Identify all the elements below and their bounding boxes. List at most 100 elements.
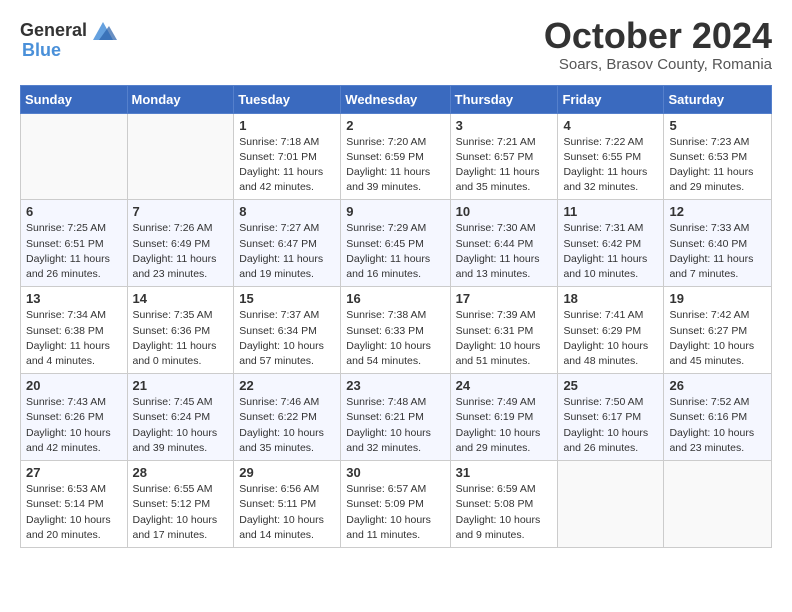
day-detail: Sunrise: 7:37 AM Sunset: 6:34 PM Dayligh… <box>239 308 335 369</box>
day-number: 8 <box>239 204 335 219</box>
day-detail: Sunrise: 7:43 AM Sunset: 6:26 PM Dayligh… <box>26 395 122 456</box>
day-detail: Sunrise: 7:26 AM Sunset: 6:49 PM Dayligh… <box>133 221 229 282</box>
day-detail: Sunrise: 6:56 AM Sunset: 5:11 PM Dayligh… <box>239 482 335 543</box>
day-detail: Sunrise: 7:22 AM Sunset: 6:55 PM Dayligh… <box>563 135 658 196</box>
calendar-cell: 24 Sunrise: 7:49 AM Sunset: 6:19 PM Dayli… <box>450 374 558 461</box>
day-number: 15 <box>239 291 335 306</box>
day-detail: Sunrise: 7:41 AM Sunset: 6:29 PM Dayligh… <box>563 308 658 369</box>
day-detail: Sunrise: 7:52 AM Sunset: 6:16 PM Dayligh… <box>669 395 766 456</box>
title-block: October 2024 Soars, Brasov County, Roman… <box>544 16 772 73</box>
calendar-cell: 10 Sunrise: 7:30 AM Sunset: 6:44 PM Dayli… <box>450 200 558 287</box>
calendar-cell: 25Sunrise: 7:50 AM Sunset: 6:17 PM Dayli… <box>558 374 664 461</box>
day-number: 17 <box>456 291 553 306</box>
day-detail: Sunrise: 7:34 AM Sunset: 6:38 PM Dayligh… <box>26 308 122 369</box>
day-detail: Sunrise: 7:46 AM Sunset: 6:22 PM Dayligh… <box>239 395 335 456</box>
day-detail: Sunrise: 6:55 AM Sunset: 5:12 PM Dayligh… <box>133 482 229 543</box>
location: Soars, Brasov County, Romania <box>544 56 772 73</box>
day-detail: Sunrise: 7:23 AM Sunset: 6:53 PM Dayligh… <box>669 135 766 196</box>
day-detail: Sunrise: 7:45 AM Sunset: 6:24 PM Dayligh… <box>133 395 229 456</box>
calendar-cell: 11 Sunrise: 7:31 AM Sunset: 6:42 PM Dayli… <box>558 200 664 287</box>
calendar-cell: 13 Sunrise: 7:34 AM Sunset: 6:38 PM Dayli… <box>21 287 128 374</box>
calendar-cell: 26 Sunrise: 7:52 AM Sunset: 6:16 PM Dayli… <box>664 374 772 461</box>
day-number: 30 <box>346 465 444 480</box>
calendar-cell: 27 Sunrise: 6:53 AM Sunset: 5:14 PM Dayli… <box>21 461 128 548</box>
weekday-header: Sunday <box>21 85 128 113</box>
calendar-week-row: 6 Sunrise: 7:25 AM Sunset: 6:51 PM Daylig… <box>21 200 772 287</box>
calendar-cell: 19 Sunrise: 7:42 AM Sunset: 6:27 PM Dayli… <box>664 287 772 374</box>
day-number: 7 <box>133 204 229 219</box>
day-detail: Sunrise: 6:53 AM Sunset: 5:14 PM Dayligh… <box>26 482 122 543</box>
day-detail: Sunrise: 6:59 AM Sunset: 5:08 PM Dayligh… <box>456 482 553 543</box>
calendar-week-row: 13 Sunrise: 7:34 AM Sunset: 6:38 PM Dayli… <box>21 287 772 374</box>
calendar-cell: 20 Sunrise: 7:43 AM Sunset: 6:26 PM Dayli… <box>21 374 128 461</box>
calendar-cell: 30 Sunrise: 6:57 AM Sunset: 5:09 PM Dayli… <box>341 461 450 548</box>
day-number: 6 <box>26 204 122 219</box>
weekday-header: Tuesday <box>234 85 341 113</box>
day-number: 26 <box>669 378 766 393</box>
logo-icon <box>89 16 117 44</box>
logo-general-text: General <box>20 20 87 41</box>
weekday-header: Friday <box>558 85 664 113</box>
calendar-cell <box>21 113 128 200</box>
calendar-cell: 6 Sunrise: 7:25 AM Sunset: 6:51 PM Daylig… <box>21 200 128 287</box>
day-number: 19 <box>669 291 766 306</box>
calendar-cell: 3 Sunrise: 7:21 AM Sunset: 6:57 PM Daylig… <box>450 113 558 200</box>
day-number: 10 <box>456 204 553 219</box>
day-detail: Sunrise: 7:21 AM Sunset: 6:57 PM Dayligh… <box>456 135 553 196</box>
calendar-cell: 31Sunrise: 6:59 AM Sunset: 5:08 PM Dayli… <box>450 461 558 548</box>
day-detail: Sunrise: 7:49 AM Sunset: 6:19 PM Dayligh… <box>456 395 553 456</box>
day-number: 22 <box>239 378 335 393</box>
calendar-cell: 8 Sunrise: 7:27 AM Sunset: 6:47 PM Daylig… <box>234 200 341 287</box>
month-title: October 2024 <box>544 16 772 56</box>
weekday-header: Monday <box>127 85 234 113</box>
calendar-cell: 5 Sunrise: 7:23 AM Sunset: 6:53 PM Daylig… <box>664 113 772 200</box>
day-number: 1 <box>239 118 335 133</box>
day-detail: Sunrise: 7:48 AM Sunset: 6:21 PM Dayligh… <box>346 395 444 456</box>
day-number: 24 <box>456 378 553 393</box>
day-number: 16 <box>346 291 444 306</box>
calendar-cell: 14Sunrise: 7:35 AM Sunset: 6:36 PM Dayli… <box>127 287 234 374</box>
day-number: 13 <box>26 291 122 306</box>
logo-blue-text: Blue <box>22 40 61 61</box>
calendar-cell: 21 Sunrise: 7:45 AM Sunset: 6:24 PM Dayli… <box>127 374 234 461</box>
calendar-cell <box>664 461 772 548</box>
calendar-cell <box>127 113 234 200</box>
calendar-cell: 9 Sunrise: 7:29 AM Sunset: 6:45 PM Daylig… <box>341 200 450 287</box>
calendar-cell: 4 Sunrise: 7:22 AM Sunset: 6:55 PM Daylig… <box>558 113 664 200</box>
day-number: 14 <box>133 291 229 306</box>
day-number: 20 <box>26 378 122 393</box>
day-number: 9 <box>346 204 444 219</box>
calendar-cell: 23Sunrise: 7:48 AM Sunset: 6:21 PM Dayli… <box>341 374 450 461</box>
calendar-cell: 7 Sunrise: 7:26 AM Sunset: 6:49 PM Daylig… <box>127 200 234 287</box>
calendar-cell: 22 Sunrise: 7:46 AM Sunset: 6:22 PM Dayli… <box>234 374 341 461</box>
day-detail: Sunrise: 7:29 AM Sunset: 6:45 PM Dayligh… <box>346 221 444 282</box>
day-detail: Sunrise: 7:39 AM Sunset: 6:31 PM Dayligh… <box>456 308 553 369</box>
weekday-header: Saturday <box>664 85 772 113</box>
calendar-cell <box>558 461 664 548</box>
day-detail: Sunrise: 7:30 AM Sunset: 6:44 PM Dayligh… <box>456 221 553 282</box>
day-detail: Sunrise: 7:20 AM Sunset: 6:59 PM Dayligh… <box>346 135 444 196</box>
calendar-cell: 18Sunrise: 7:41 AM Sunset: 6:29 PM Dayli… <box>558 287 664 374</box>
day-detail: Sunrise: 7:42 AM Sunset: 6:27 PM Dayligh… <box>669 308 766 369</box>
calendar-table: SundayMondayTuesdayWednesdayThursdayFrid… <box>20 85 772 548</box>
day-detail: Sunrise: 7:27 AM Sunset: 6:47 PM Dayligh… <box>239 221 335 282</box>
day-detail: Sunrise: 7:25 AM Sunset: 6:51 PM Dayligh… <box>26 221 122 282</box>
day-number: 2 <box>346 118 444 133</box>
day-number: 4 <box>563 118 658 133</box>
page: General Blue October 2024 Soars, Brasov … <box>0 0 792 568</box>
calendar-cell: 29Sunrise: 6:56 AM Sunset: 5:11 PM Dayli… <box>234 461 341 548</box>
day-detail: Sunrise: 6:57 AM Sunset: 5:09 PM Dayligh… <box>346 482 444 543</box>
day-detail: Sunrise: 7:50 AM Sunset: 6:17 PM Dayligh… <box>563 395 658 456</box>
day-detail: Sunrise: 7:31 AM Sunset: 6:42 PM Dayligh… <box>563 221 658 282</box>
calendar-cell: 1Sunrise: 7:18 AM Sunset: 7:01 PM Daylig… <box>234 113 341 200</box>
day-number: 27 <box>26 465 122 480</box>
weekday-header: Wednesday <box>341 85 450 113</box>
day-number: 21 <box>133 378 229 393</box>
calendar-cell: 15 Sunrise: 7:37 AM Sunset: 6:34 PM Dayli… <box>234 287 341 374</box>
day-number: 11 <box>563 204 658 219</box>
day-number: 5 <box>669 118 766 133</box>
calendar-week-row: 1Sunrise: 7:18 AM Sunset: 7:01 PM Daylig… <box>21 113 772 200</box>
calendar-week-row: 20 Sunrise: 7:43 AM Sunset: 6:26 PM Dayli… <box>21 374 772 461</box>
day-number: 3 <box>456 118 553 133</box>
day-number: 28 <box>133 465 229 480</box>
